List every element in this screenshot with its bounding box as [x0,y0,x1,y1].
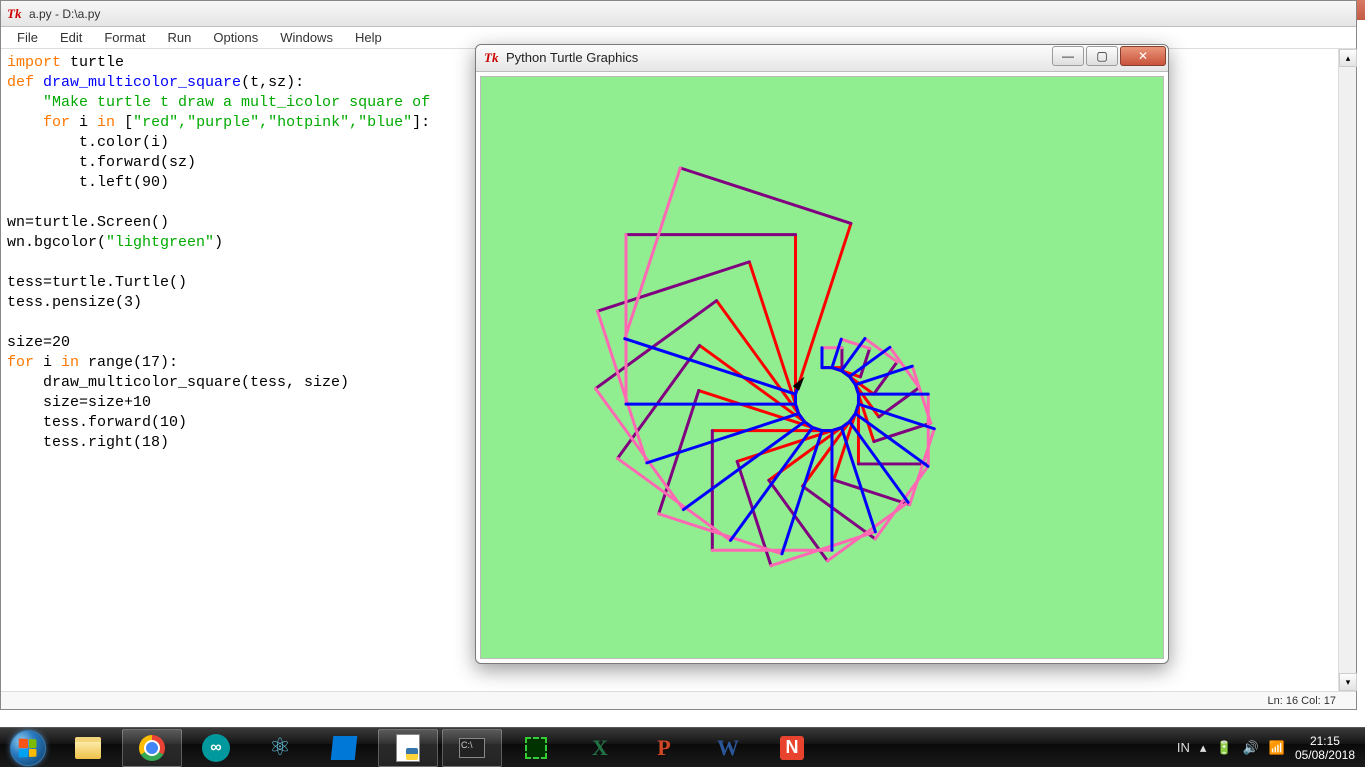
taskbar-item-explorer[interactable] [58,729,118,767]
taskbar-item-cpu[interactable] [506,729,566,767]
taskbar-item-vscode[interactable] [314,729,374,767]
clock-date: 05/08/2018 [1295,748,1355,762]
menu-file[interactable]: File [7,28,48,47]
taskbar-item-word[interactable]: W [698,729,758,767]
chip-icon [522,734,550,762]
menu-edit[interactable]: Edit [50,28,92,47]
atom-icon: ⚛ [266,734,294,762]
close-button[interactable]: ✕ [1120,46,1166,66]
menu-options[interactable]: Options [203,28,268,47]
terminal-icon: C:\ [458,734,486,762]
clock[interactable]: 21:15 05/08/2018 [1295,734,1355,762]
taskbar-item-nitro[interactable]: N [762,729,822,767]
system-tray: IN ▴ 🔋 🔊 📶 21:15 05/08/2018 [1177,734,1365,762]
folder-icon [74,734,102,762]
volume-icon[interactable]: 🔊 [1243,740,1259,756]
menu-help[interactable]: Help [345,28,392,47]
menu-run[interactable]: Run [158,28,202,47]
scroll-up-button[interactable]: ▴ [1339,49,1357,67]
taskbar-item-cmd[interactable]: C:\ [442,729,502,767]
idle-status-bar: Ln: 16 Col: 17 [1,691,1356,709]
maximize-button[interactable]: ▢ [1086,46,1118,66]
turtle-window[interactable]: Tk Python Turtle Graphics — ▢ ✕ [475,44,1169,664]
word-icon: W [714,734,742,762]
idle-scrollbar[interactable]: ▴ ▾ [1338,49,1356,691]
taskbar-item-arduino[interactable]: ∞ [186,729,246,767]
turtle-title-bar[interactable]: Tk Python Turtle Graphics — ▢ ✕ [476,45,1168,72]
turtle-title-text: Python Turtle Graphics [506,50,638,65]
start-button[interactable] [0,728,56,768]
menu-windows[interactable]: Windows [270,28,343,47]
chrome-icon [138,734,166,762]
taskbar-item-atom[interactable]: ⚛ [250,729,310,767]
scroll-down-button[interactable]: ▾ [1339,673,1357,691]
menu-format[interactable]: Format [94,28,155,47]
windows-logo-icon [10,730,46,766]
idle-title-bar[interactable]: Tk a.py - D:\a.py [1,1,1356,27]
tray-up-icon[interactable]: ▴ [1200,740,1207,756]
cursor-position: Ln: 16 Col: 17 [1268,695,1337,707]
idle-app-icon: Tk [7,6,23,22]
battery-icon[interactable]: 🔋 [1216,740,1232,756]
clock-time: 21:15 [1295,734,1355,748]
taskbar-item-excel[interactable]: X [570,729,630,767]
nitro-icon: N [778,734,806,762]
turtle-window-controls: — ▢ ✕ [1052,45,1168,67]
taskbar-item-powerpoint[interactable]: P [634,729,694,767]
vscode-icon [330,734,358,762]
arduino-icon: ∞ [202,734,230,762]
python-idle-icon [394,734,422,762]
excel-icon: X [586,734,614,762]
language-indicator[interactable]: IN [1177,740,1190,755]
minimize-button[interactable]: — [1052,46,1084,66]
idle-title-text: a.py - D:\a.py [29,7,100,21]
taskbar-item-idle[interactable] [378,729,438,767]
turtle-app-icon: Tk [484,50,500,66]
powerpoint-icon: P [650,734,678,762]
network-icon[interactable]: 📶 [1269,740,1285,756]
turtle-drawing [481,77,1163,658]
windows-taskbar: ∞ ⚛ C:\ X P W N IN ▴ 🔋 🔊 📶 21:15 05/08/2… [0,727,1365,767]
taskbar-item-chrome[interactable] [122,729,182,767]
turtle-canvas [480,76,1164,659]
